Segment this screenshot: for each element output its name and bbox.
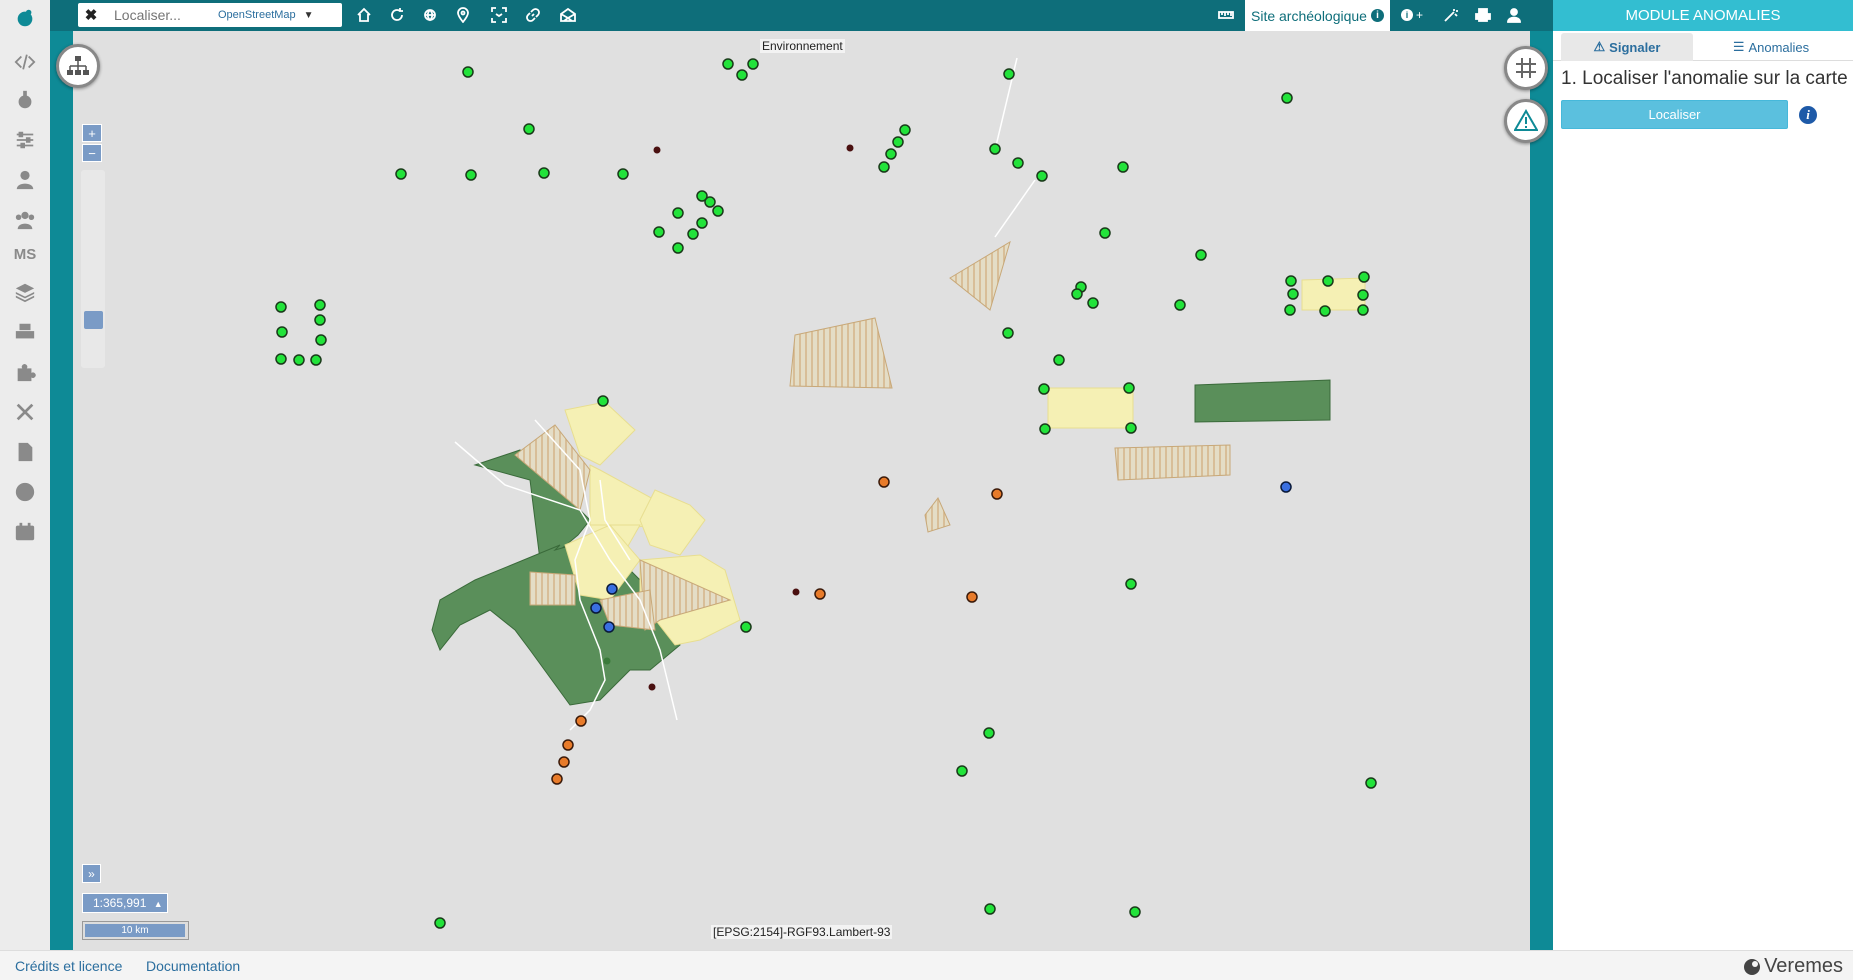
tab-signaler[interactable]: ⚠ Signaler	[1561, 33, 1693, 61]
user-account-icon[interactable]	[1503, 5, 1525, 25]
draw-map-icon[interactable]	[557, 5, 579, 25]
help-icon[interactable]	[0, 476, 50, 508]
scale-bar-label: 10 km	[85, 924, 185, 937]
chevron-down-icon[interactable]: ▼	[304, 10, 314, 21]
warning-icon: ⚠	[1593, 39, 1606, 54]
code-icon[interactable]	[0, 46, 50, 78]
layer-label: Environnement	[760, 39, 845, 53]
list-icon: ☰	[1732, 39, 1745, 54]
zoom-out-button[interactable]: −	[82, 144, 102, 162]
users-icon[interactable]	[0, 204, 50, 236]
puzzle-icon[interactable]	[0, 356, 50, 388]
info-circle-icon: i	[1370, 9, 1384, 22]
site-tab[interactable]: Site archéologique i	[1245, 0, 1390, 31]
zoom-slider[interactable]	[81, 170, 105, 368]
search-input[interactable]	[104, 7, 214, 23]
grid-icon	[1516, 58, 1536, 78]
brand-name: Veremes	[1764, 955, 1843, 977]
panel-title: MODULE ANOMALIES	[1553, 0, 1853, 31]
refresh-icon[interactable]	[386, 5, 408, 25]
info-icon: i	[1400, 9, 1413, 21]
ms-label[interactable]: MS	[0, 238, 50, 270]
tree-menu-button[interactable]	[56, 44, 100, 88]
panel-tabs: ⚠ Signaler ☰ Anomalies	[1553, 31, 1853, 61]
anomalies-panel: MODULE ANOMALIES ⚠ Signaler ☰ Anomalies …	[1553, 0, 1853, 950]
expand-panel-button[interactable]: »	[82, 864, 101, 883]
ruler-icon[interactable]	[1215, 5, 1237, 25]
clear-icon[interactable]: ✖	[78, 6, 104, 24]
user-icon[interactable]	[0, 164, 50, 196]
zoom-slider-thumb[interactable]	[84, 311, 103, 329]
scale-value: 1:365,991	[93, 896, 147, 910]
home-icon[interactable]	[353, 5, 375, 25]
localiser-button[interactable]: Localiser	[1561, 100, 1788, 129]
map-canvas[interactable]	[73, 31, 1530, 950]
map-features	[275, 57, 1377, 929]
search-source[interactable]: OpenStreetMap	[218, 9, 296, 21]
printer-icon[interactable]	[0, 316, 50, 348]
sitemap-icon	[67, 56, 89, 75]
scale-bar: 10 km	[82, 921, 189, 940]
map-frame-right	[1530, 0, 1553, 950]
logo-icon[interactable]	[0, 2, 50, 34]
step-title: 1. Localiser l'anomalie sur la carte	[1561, 68, 1848, 89]
brand-logo: Veremes	[1742, 955, 1843, 978]
scale-selector[interactable]: 1:365,991 ▲	[82, 893, 168, 913]
sliders-icon[interactable]	[0, 124, 50, 156]
anomaly-button[interactable]	[1504, 99, 1548, 143]
documentation-link[interactable]: Documentation	[146, 958, 240, 974]
info-plus-label: +	[1415, 8, 1423, 22]
credits-link[interactable]: Crédits et licence	[15, 958, 122, 974]
magic-wand-icon[interactable]	[1440, 5, 1462, 25]
site-tab-label: Site archéologique	[1251, 7, 1367, 24]
footer: Crédits et licence Documentation Veremes	[0, 950, 1853, 980]
globe-icon[interactable]	[419, 5, 441, 25]
search-box[interactable]: ✖ OpenStreetMap ▼	[78, 3, 342, 27]
dark-polygons	[431, 379, 1331, 706]
tab-signaler-label: Signaler	[1609, 39, 1661, 55]
projection-label: [EPSG:2154]-RGF93.Lambert-93	[711, 925, 893, 939]
zoom-in-button[interactable]: +	[82, 124, 102, 142]
map-frame-left	[50, 0, 73, 950]
tab-anomalies-label: Anomalies	[1748, 39, 1810, 55]
tools-icon[interactable]	[0, 396, 50, 428]
left-sidebar: MS	[0, 0, 50, 950]
info-icon[interactable]: i	[1799, 106, 1817, 124]
flask-icon[interactable]	[0, 84, 50, 116]
print-icon[interactable]	[1472, 5, 1494, 25]
layers-icon[interactable]	[0, 276, 50, 308]
warning-icon	[1514, 109, 1538, 131]
caret-up-icon: ▲	[153, 899, 163, 909]
tab-anomalies[interactable]: ☰ Anomalies	[1701, 33, 1841, 61]
fit-extent-icon[interactable]	[488, 5, 510, 25]
info-plus-button[interactable]: i +	[1398, 5, 1426, 25]
link-icon[interactable]	[522, 5, 544, 25]
green-points	[275, 58, 1377, 929]
map-marker-icon[interactable]	[452, 5, 474, 25]
calendar-icon[interactable]	[0, 516, 50, 548]
brand-icon	[1744, 958, 1761, 975]
document-icon[interactable]	[0, 436, 50, 468]
app-window: MS Environnement + − » 1:365,991 ▲ 10 km…	[0, 0, 1853, 980]
grid-button[interactable]	[1504, 46, 1548, 90]
